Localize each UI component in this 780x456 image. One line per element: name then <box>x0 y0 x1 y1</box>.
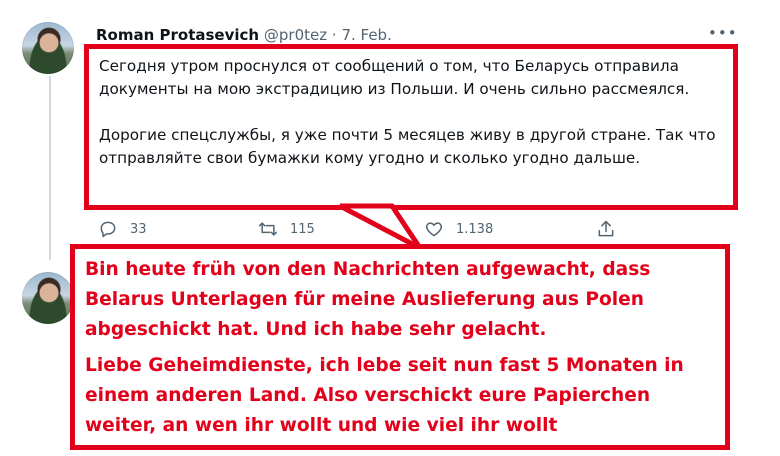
like-count: 1.138 <box>456 221 494 237</box>
reply-avatar[interactable] <box>22 272 74 324</box>
more-icon[interactable]: ••• <box>708 24 737 42</box>
thread-line <box>49 76 51 260</box>
share-icon <box>598 220 614 237</box>
retweet-button[interactable]: 115 <box>258 216 315 242</box>
tweet-paragraph: Дорогие спецслужбы, я уже почти 5 месяце… <box>99 126 716 167</box>
retweet-icon <box>258 222 278 236</box>
author-handle[interactable]: @pr0tez <box>264 26 327 44</box>
translation-paragraph: Liebe Geheimdienste, ich lebe seit nun f… <box>85 355 684 436</box>
reply-button[interactable]: 33 <box>98 216 147 242</box>
tweet-header: Roman Protasevich @pr0tez · 7. Feb. <box>96 26 392 44</box>
translation-paragraph: Bin heute früh von den Nachrichten aufge… <box>85 259 651 340</box>
translation-box: Bin heute früh von den Nachrichten aufge… <box>70 244 730 450</box>
author-avatar[interactable] <box>22 22 74 74</box>
tweet-paragraph: Сегодня утром проснулся от сообщений о т… <box>99 57 690 98</box>
reply-count: 33 <box>130 221 147 237</box>
author-name[interactable]: Roman Protasevich <box>96 26 259 44</box>
tweet-date[interactable]: 7. Feb. <box>341 26 391 44</box>
like-icon <box>425 222 443 237</box>
like-button[interactable]: 1.138 <box>424 216 493 242</box>
tweet-text-highlight: Сегодня утром проснулся от сообщений о т… <box>84 44 738 210</box>
share-button[interactable] <box>596 216 616 242</box>
reply-icon <box>100 221 116 238</box>
retweet-count: 115 <box>290 221 315 237</box>
tweet-actions: 33 115 1.138 <box>92 216 652 242</box>
separator-dot: · <box>331 26 337 44</box>
